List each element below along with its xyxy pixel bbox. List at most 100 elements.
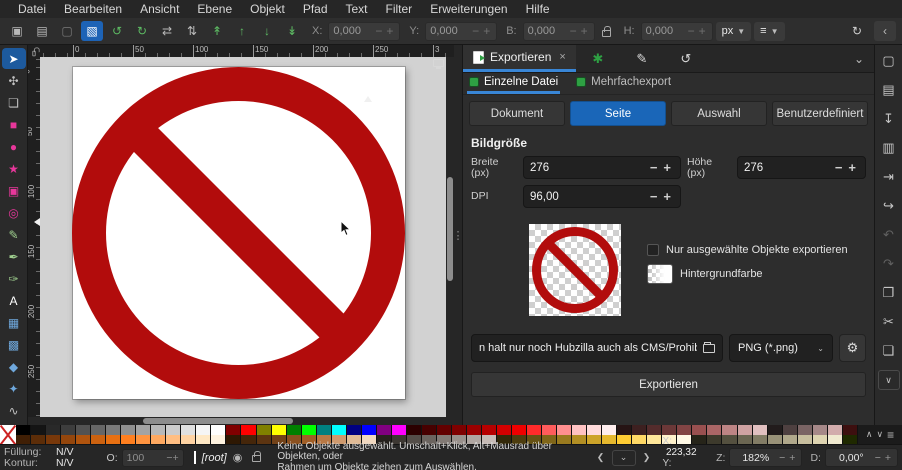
color-swatch[interactable] <box>76 425 91 435</box>
shape-builder-tool[interactable]: ❏ <box>2 92 26 113</box>
color-swatch[interactable] <box>196 425 211 435</box>
opacity-field[interactable]: 100−+ <box>122 449 184 467</box>
color-swatch[interactable] <box>512 425 527 435</box>
color-swatch[interactable] <box>46 435 61 445</box>
area-benutzerdefiniert-button[interactable]: Benutzerdefiniert <box>772 101 868 126</box>
select-all-icon[interactable]: ▣ <box>6 21 28 41</box>
color-swatch[interactable] <box>602 425 617 435</box>
color-swatch[interactable] <box>738 425 753 435</box>
page-next-icon[interactable]: ❯ <box>639 450 655 466</box>
color-swatch[interactable] <box>813 425 828 435</box>
color-swatch[interactable] <box>226 425 241 435</box>
y-field[interactable]: 0,000−+ <box>425 22 497 41</box>
menu-text[interactable]: Text <box>338 1 376 17</box>
color-swatch[interactable] <box>377 425 392 435</box>
color-swatch[interactable] <box>392 425 407 435</box>
color-swatch[interactable] <box>452 425 467 435</box>
select-all-layers-icon[interactable]: ▤ <box>31 21 53 41</box>
ruler-lock-corner[interactable] <box>28 45 40 57</box>
color-swatch[interactable] <box>302 425 317 435</box>
color-swatch[interactable] <box>768 435 783 445</box>
color-swatch[interactable] <box>211 435 226 445</box>
no-color-swatch[interactable] <box>0 425 16 444</box>
document-page[interactable] <box>73 67 405 399</box>
menu-filter[interactable]: Filter <box>378 1 421 17</box>
star-tool[interactable]: ★ <box>2 158 26 179</box>
page-select-dropdown[interactable]: ⌄ <box>612 450 636 466</box>
color-swatch[interactable] <box>31 435 46 445</box>
area-auswahl-button[interactable]: Auswahl <box>671 101 767 126</box>
node-tool[interactable]: ✣ <box>2 70 26 91</box>
palette-menu-icon[interactable]: ≡ <box>887 428 894 442</box>
display-mode-icon[interactable] <box>433 59 444 67</box>
spiral-tool[interactable]: ◎ <box>2 202 26 223</box>
menu-datei[interactable]: Datei <box>10 1 54 17</box>
paint-bucket-tool[interactable]: ✦ <box>2 378 26 399</box>
layer-lock-icon[interactable] <box>252 455 261 462</box>
color-swatch[interactable] <box>362 425 377 435</box>
area-dokument-button[interactable]: Dokument <box>469 101 565 126</box>
layer-visibility-eye-icon[interactable]: ◉ <box>233 451 243 464</box>
zoom-field[interactable]: 182%−+ <box>729 448 802 467</box>
tab-exportieren[interactable]: Exportieren × <box>463 45 576 72</box>
color-swatch[interactable] <box>738 435 753 445</box>
mesh-gradient-tool[interactable]: ▩ <box>2 334 26 355</box>
redo-icon[interactable]: ↷ <box>878 254 900 274</box>
pencil-tool[interactable]: ✎ <box>2 224 26 245</box>
unit-dropdown[interactable]: px▼ <box>716 22 752 41</box>
color-swatch[interactable] <box>828 435 843 445</box>
scale-options-dropdown[interactable]: ≡▼ <box>754 22 784 41</box>
subtab-mehrfachexport[interactable]: Mehrfachexport <box>574 73 673 94</box>
calligraphy-tool[interactable]: ✑ <box>2 268 26 289</box>
commandbar-expand-icon[interactable]: ∨ <box>878 370 900 390</box>
flip-vertical-icon[interactable]: ⇅ <box>181 21 203 41</box>
color-swatch[interactable] <box>632 425 647 435</box>
rotation-field[interactable]: 0,00°−+ <box>825 448 898 467</box>
gradient-tool[interactable]: ▦ <box>2 312 26 333</box>
vertical-ruler[interactable]: 050100150200250 <box>28 57 40 425</box>
area-seite-button[interactable]: Seite <box>570 101 666 126</box>
color-swatch[interactable] <box>347 425 362 435</box>
color-swatch[interactable] <box>46 425 61 435</box>
menu-ansicht[interactable]: Ansicht <box>132 1 187 17</box>
color-swatch[interactable] <box>587 425 602 435</box>
color-swatch[interactable] <box>211 425 226 435</box>
new-document-icon[interactable]: ▢ <box>878 51 900 71</box>
selection-box-toggle-icon[interactable]: ▧ <box>81 21 103 41</box>
tab-undo-history-icon[interactable]: ↺ <box>664 45 708 72</box>
browse-folder-icon[interactable] <box>703 344 715 353</box>
horizontal-ruler[interactable]: 0501001502002503 <box>40 45 454 57</box>
color-swatch[interactable] <box>106 425 121 435</box>
color-swatch[interactable] <box>753 435 768 445</box>
color-swatch[interactable] <box>317 425 332 435</box>
background-color-row[interactable]: Hintergrundfarbe <box>647 264 848 284</box>
color-swatch[interactable] <box>272 425 287 435</box>
menu-hilfe[interactable]: Hilfe <box>518 1 558 17</box>
color-swatch[interactable] <box>91 435 106 445</box>
color-swatch[interactable] <box>783 425 798 435</box>
color-swatch[interactable] <box>31 425 46 435</box>
rectangle-tool[interactable]: ■ <box>2 114 26 135</box>
panel-splitter[interactable]: ⋮ <box>454 45 462 425</box>
vertical-scrollbar-thumb[interactable] <box>447 177 453 281</box>
color-swatch[interactable] <box>181 425 196 435</box>
color-swatch[interactable] <box>61 425 76 435</box>
raise-icon[interactable]: ↑ <box>231 21 253 41</box>
palette-scroll-up-icon[interactable]: ∧ <box>866 429 873 440</box>
color-swatch[interactable] <box>482 425 497 435</box>
color-swatch[interactable] <box>843 435 858 445</box>
flip-horizontal-icon[interactable]: ⇄ <box>156 21 178 41</box>
stroke-value[interactable]: N/V <box>56 458 74 469</box>
color-swatch[interactable] <box>783 435 798 445</box>
rotate-cw-icon[interactable]: ↻ <box>131 21 153 41</box>
horizontal-scrollbar-thumb[interactable] <box>143 418 293 424</box>
deselect-icon[interactable]: ▢ <box>56 21 78 41</box>
color-swatch[interactable] <box>287 425 302 435</box>
lower-icon[interactable]: ↓ <box>256 21 278 41</box>
color-swatch[interactable] <box>798 435 813 445</box>
menu-bearbeiten[interactable]: Bearbeiten <box>56 1 130 17</box>
raise-to-top-icon[interactable]: ↟ <box>206 21 228 41</box>
export-button[interactable]: Exportieren <box>471 372 866 397</box>
fill-value[interactable]: N/V <box>56 447 74 458</box>
snap-settings-icon[interactable]: ↻ <box>846 21 868 41</box>
